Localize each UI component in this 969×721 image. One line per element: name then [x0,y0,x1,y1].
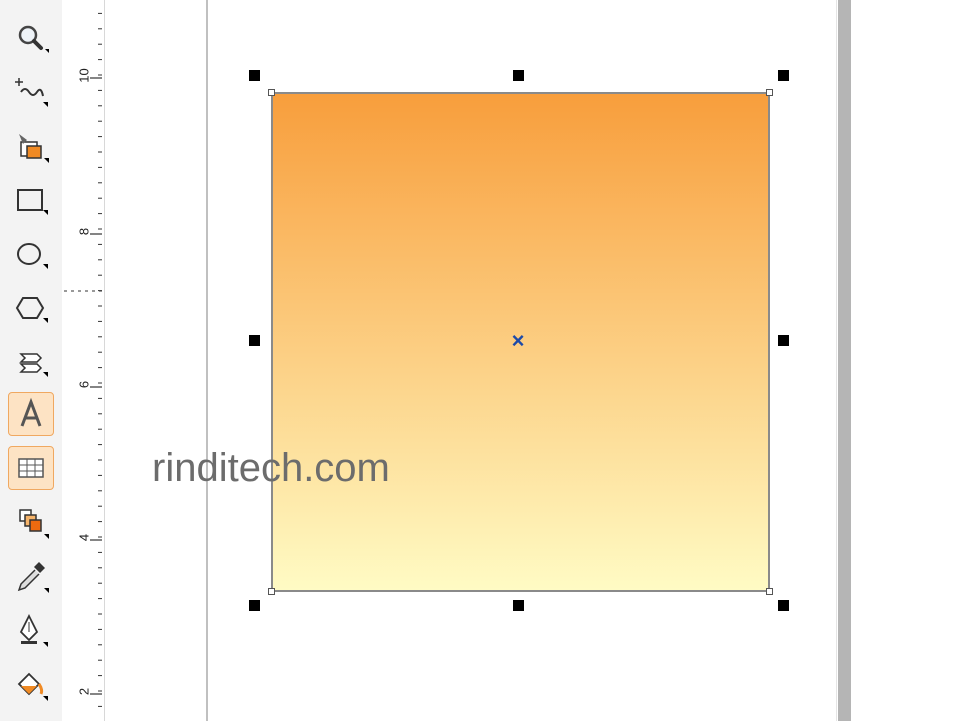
eyedropper-tool-button[interactable] [8,554,54,598]
page-shadow [838,0,851,721]
ruler-label-8: 8 [76,227,92,236]
blend-tool-button[interactable] [8,500,54,544]
center-marker[interactable]: × [508,330,528,352]
fill-tool-button[interactable] [8,662,54,706]
blend-icon [19,509,49,539]
zoom-tool-button[interactable] [8,16,54,60]
selection-handle-top[interactable] [513,70,524,81]
pen-nib-icon [19,613,48,647]
corner-node[interactable] [766,588,773,595]
corner-node[interactable] [268,89,275,96]
page-right-edge [836,0,837,721]
eyedropper-icon [17,562,49,593]
ruler-label-6: 6 [76,380,92,389]
freehand-tool-button[interactable] [8,70,54,114]
selection-handle-top-right[interactable] [778,70,789,81]
polygon-icon [15,297,48,323]
ellipse-icon [17,243,48,269]
page-left-edge [206,0,208,721]
freehand-curve-icon [15,78,48,107]
selection-handle-left[interactable] [249,335,260,346]
smart-fill-icon [19,134,49,163]
watermark-text: rinditech.com [152,446,390,490]
rectangle-tool-button[interactable] [8,178,54,222]
ruler-label-10: 10 [76,68,92,83]
selection-handle-top-left[interactable] [249,70,260,81]
corner-node[interactable] [268,588,275,595]
basic-shapes-icon [19,353,48,377]
polygon-tool-button[interactable] [8,286,54,330]
ruler-label-2: 2 [76,687,92,696]
text-a-icon [20,397,42,427]
ruler-label-4: 4 [76,533,92,542]
magnifier-icon [18,25,49,53]
ruler-ticks [64,12,102,707]
ellipse-tool-button[interactable] [8,232,54,276]
smart-fill-tool-button[interactable] [8,124,54,168]
outline-pen-tool-button[interactable] [8,608,54,652]
rectangle-icon [17,189,48,215]
selection-handle-bottom[interactable] [513,600,524,611]
paint-bucket-icon [17,672,48,701]
toolbox [0,0,63,721]
vertical-ruler[interactable] [62,0,105,721]
corner-node[interactable] [766,89,773,96]
basic-shapes-tool-button[interactable] [8,340,54,384]
selection-handle-bottom-left[interactable] [249,600,260,611]
table-tool-button[interactable] [8,446,54,490]
table-icon [18,458,44,478]
selection-handle-right[interactable] [778,335,789,346]
selection-handle-bottom-right[interactable] [778,600,789,611]
text-tool-button[interactable] [8,392,54,436]
